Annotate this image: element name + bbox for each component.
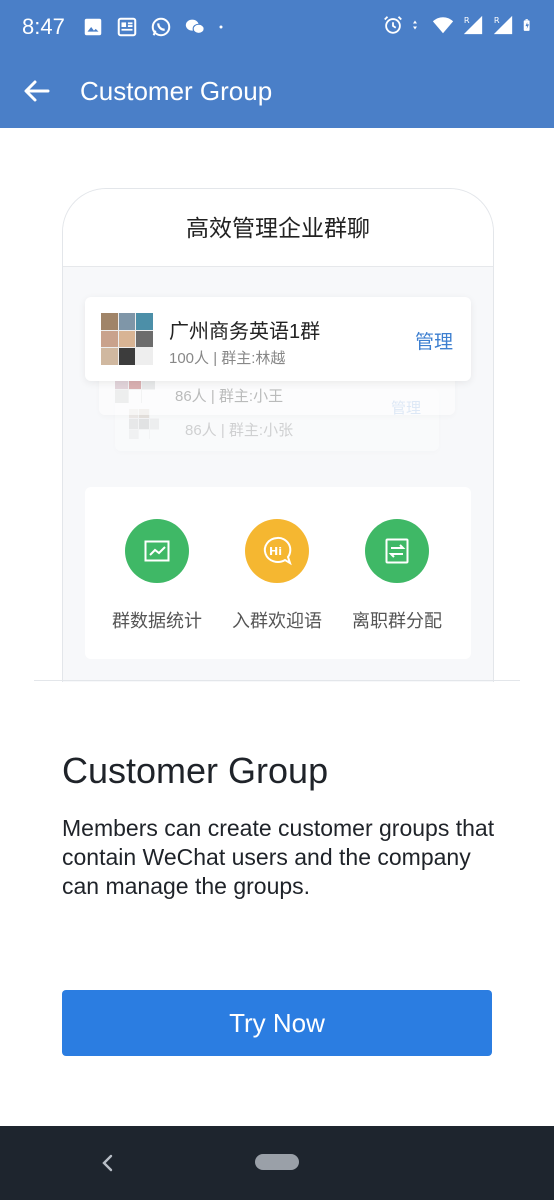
app-bar: Customer Group (0, 54, 554, 128)
group-avatar (101, 313, 153, 365)
wifi-icon (432, 17, 454, 34)
group-meta: 86人 | 群主:小张 (185, 422, 294, 439)
notification-icons (82, 16, 230, 38)
whatsapp-icon (151, 17, 171, 37)
system-nav-bar (0, 1126, 554, 1200)
alarm-icon (384, 16, 402, 34)
feature-panel: 群数据统计 Hi 入群欢迎语 离职群分配 (85, 487, 471, 659)
feature-group-transfer: 离职群分配 (337, 519, 457, 633)
image-icon (84, 18, 102, 36)
battery-charging-icon (523, 19, 530, 31)
feature-welcome-message: Hi 入群欢迎语 (217, 519, 337, 633)
wechat-icon (185, 19, 205, 34)
svg-text:R: R (494, 15, 500, 25)
feature-label: 入群欢迎语 (232, 611, 322, 631)
feature-illustration: 高效管理企业群聊 86人 | 群主:小张 管理 86人 | 群主:小王 管理 广… (62, 188, 494, 682)
svg-text:R: R (464, 15, 470, 25)
group-meta: 86人 | 群主:小王 (175, 388, 284, 405)
signal-r-icon: R (463, 15, 483, 35)
nav-back-icon[interactable] (96, 1150, 120, 1176)
system-icons: R R (382, 14, 536, 36)
try-now-button[interactable]: Try Now (62, 990, 492, 1056)
manage-link: 管理 (414, 332, 453, 353)
transfer-icon (365, 519, 429, 583)
status-bar: 8:47 R R (0, 0, 554, 54)
divider (34, 680, 520, 681)
group-name: 广州商务英语1群 (169, 321, 321, 343)
feature-label: 离职群分配 (352, 611, 442, 631)
nav-home-pill[interactable] (255, 1154, 299, 1170)
chart-icon (125, 519, 189, 583)
svg-text:Hi: Hi (269, 545, 282, 558)
hi-chat-icon: Hi (245, 519, 309, 583)
section-description: Members can create customer groups that … (62, 815, 495, 899)
news-icon (117, 17, 137, 37)
signal-r-icon: R (493, 15, 513, 35)
section-title: Customer Group (62, 750, 329, 791)
dot-icon (219, 25, 223, 29)
feature-group-stats: 群数据统计 (97, 519, 217, 633)
data-arrows-icon (413, 20, 417, 30)
group-card: 广州商务英语1群 100人 | 群主:林越 管理 (85, 297, 471, 381)
group-meta: 100人 | 群主:林越 (169, 350, 286, 367)
page-title: Customer Group (80, 76, 273, 106)
status-time: 8:47 (22, 14, 65, 39)
arrow-left-icon[interactable] (20, 74, 54, 108)
feature-label: 群数据统计 (112, 611, 202, 631)
illustration-header: 高效管理企业群聊 (63, 189, 493, 267)
